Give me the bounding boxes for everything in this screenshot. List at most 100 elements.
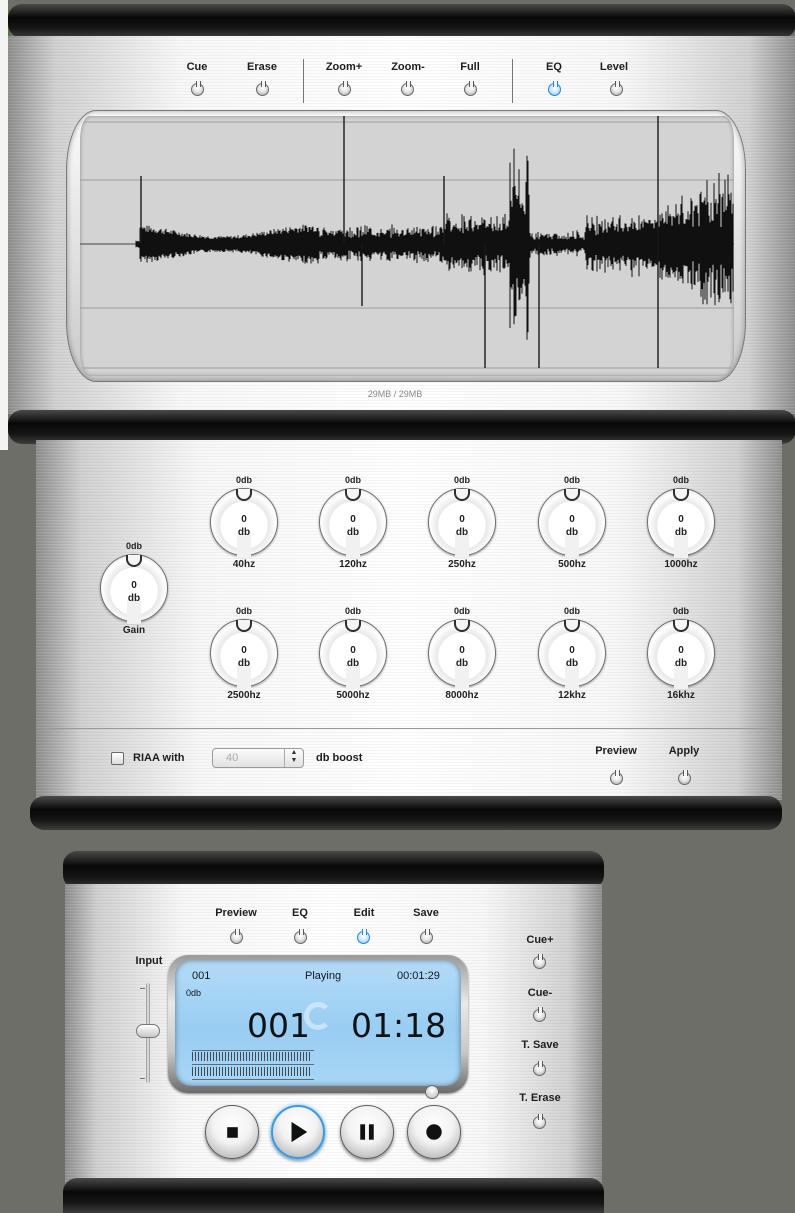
eq-knob-label: 12khz <box>558 690 586 701</box>
eq-knob-label: 1000hz <box>664 559 698 570</box>
eq-apply-button[interactable] <box>678 770 691 785</box>
input-label: Input <box>135 955 163 967</box>
eq-knob-16khz[interactable]: 0db 0 db 16khz <box>643 606 719 706</box>
eq-knob-unit: db <box>674 658 688 669</box>
track-erase-label: T. Erase <box>519 1092 561 1104</box>
eq-knob-top-value: 0db <box>563 475 580 485</box>
level-label: Level <box>599 61 629 73</box>
lcd-track-number: 001 <box>192 970 211 982</box>
eq-knob-8000hz[interactable]: 0db 0 db 8000hz <box>424 606 500 706</box>
zoom-out-button[interactable] <box>401 81 414 96</box>
eq-panel-bottom-cap <box>30 796 782 830</box>
top-panel-cap <box>8 4 795 38</box>
eq-knob-unit: db <box>565 527 579 538</box>
lcd-knob-icon[interactable] <box>425 1085 439 1099</box>
zoom-in-label: Zoom+ <box>325 61 363 73</box>
player-save-button[interactable] <box>420 929 433 944</box>
eq-knob-label: 120hz <box>339 559 367 570</box>
eq-knob-unit: db <box>237 527 251 538</box>
player-preview-button[interactable] <box>230 929 243 944</box>
eq-knob-value: 0 <box>569 645 575 656</box>
player-eq-button[interactable] <box>294 929 307 944</box>
eq-knob-2500hz[interactable]: 0db 0 db 2500hz <box>206 606 282 706</box>
window-edge <box>0 0 8 450</box>
level-button[interactable] <box>610 81 623 96</box>
eq-knob-value: 0 <box>678 645 684 656</box>
eq-apply-label: Apply <box>668 745 700 757</box>
eq-knob-top-value: 0db <box>563 606 580 616</box>
level-meter-right <box>192 1067 312 1076</box>
eq-knob-120hz[interactable]: 0db 0 db 120hz <box>315 475 391 575</box>
boost-value: 40 <box>226 752 239 764</box>
eq-knob-label: 8000hz <box>445 690 479 701</box>
pause-button[interactable] <box>340 1105 394 1159</box>
eq-preview-button[interactable] <box>610 770 623 785</box>
stop-icon <box>227 1127 238 1138</box>
eq-knob-value: 0 <box>569 514 575 525</box>
pause-icon <box>360 1124 374 1140</box>
waveform-graph[interactable] <box>80 116 734 376</box>
eq-knob-500hz[interactable]: 0db 0 db 500hz <box>534 475 610 575</box>
riaa-checkbox[interactable] <box>111 752 124 765</box>
eq-knob-value: 0 <box>350 514 356 525</box>
meter-border <box>192 1050 314 1051</box>
full-button[interactable] <box>464 81 477 96</box>
player-edit-label: Edit <box>353 907 375 919</box>
zoom-in-button[interactable] <box>338 81 351 96</box>
eq-toggle-button[interactable] <box>548 81 561 96</box>
eq-knob-label: 500hz <box>558 559 586 570</box>
cue-plus-button[interactable] <box>533 954 546 969</box>
cue-minus-button[interactable] <box>533 1007 546 1022</box>
eq-knob-label: 250hz <box>448 559 476 570</box>
cue-minus-label: Cue- <box>527 987 553 999</box>
eq-preview-label: Preview <box>595 745 637 757</box>
eq-knob-unit: db <box>237 658 251 669</box>
track-erase-button[interactable] <box>533 1114 546 1129</box>
eq-knob-top-value: 0db <box>672 606 689 616</box>
zoom-out-label: Zoom- <box>391 61 425 73</box>
gain-knob[interactable]: 0db 0 db Gain <box>96 541 172 641</box>
toolbar-separator <box>512 59 513 103</box>
waveform-display[interactable] <box>80 116 734 376</box>
eq-knob-40hz[interactable]: 0db 0 db 40hz <box>206 475 282 575</box>
lcd-status: Playing <box>305 970 342 982</box>
slider-tick <box>140 1078 145 1079</box>
boost-stepper-icon[interactable]: ▲ ▼ <box>284 749 303 767</box>
eq-knob-label: 2500hz <box>227 690 261 701</box>
boost-combo[interactable]: 40 ▲ ▼ <box>212 748 304 768</box>
eq-knob-1000hz[interactable]: 0db 0 db 1000hz <box>643 475 719 575</box>
eq-knob-250hz[interactable]: 0db 0 db 250hz <box>424 475 500 575</box>
play-icon <box>291 1121 308 1143</box>
eq-knob-value: 0 <box>459 645 465 656</box>
eq-knob-unit: db <box>455 658 469 669</box>
eq-knob-value: 0 <box>678 514 684 525</box>
player-save-label: Save <box>413 907 439 919</box>
eq-knob-top-value: 0db <box>344 475 361 485</box>
lcd-total-time: 00:01:29 <box>397 970 440 982</box>
eq-knob-value: 0 <box>241 514 247 525</box>
riaa-label: RIAA with <box>133 752 185 764</box>
track-save-button[interactable] <box>533 1061 546 1076</box>
lcd-level: 0db <box>186 988 202 998</box>
eq-knob-top-value: 0db <box>453 606 470 616</box>
eq-knob-top-value: 0db <box>672 475 689 485</box>
meter-border <box>192 1064 314 1065</box>
meter-border <box>192 1079 314 1080</box>
input-slider-thumb[interactable] <box>136 1024 160 1038</box>
eq-knob-top-value: 0db <box>344 606 361 616</box>
player-eq-label: EQ <box>292 907 308 919</box>
cue-button[interactable] <box>191 81 204 96</box>
stop-button[interactable] <box>205 1105 259 1159</box>
gain-knob-unit: db <box>127 593 141 604</box>
eq-knob-12khz[interactable]: 0db 0 db 12khz <box>534 606 610 706</box>
eq-knob-value: 0 <box>241 645 247 656</box>
gain-knob-value: 0 <box>131 580 137 591</box>
record-button[interactable] <box>407 1105 461 1159</box>
eq-knob-5000hz[interactable]: 0db 0 db 5000hz <box>315 606 391 706</box>
player-edit-button[interactable] <box>357 929 370 944</box>
play-button[interactable] <box>271 1105 325 1159</box>
eq-divider <box>42 728 774 729</box>
player-bottom-cap <box>63 1178 604 1213</box>
erase-button[interactable] <box>256 81 269 96</box>
cue-plus-label: Cue+ <box>526 934 554 946</box>
